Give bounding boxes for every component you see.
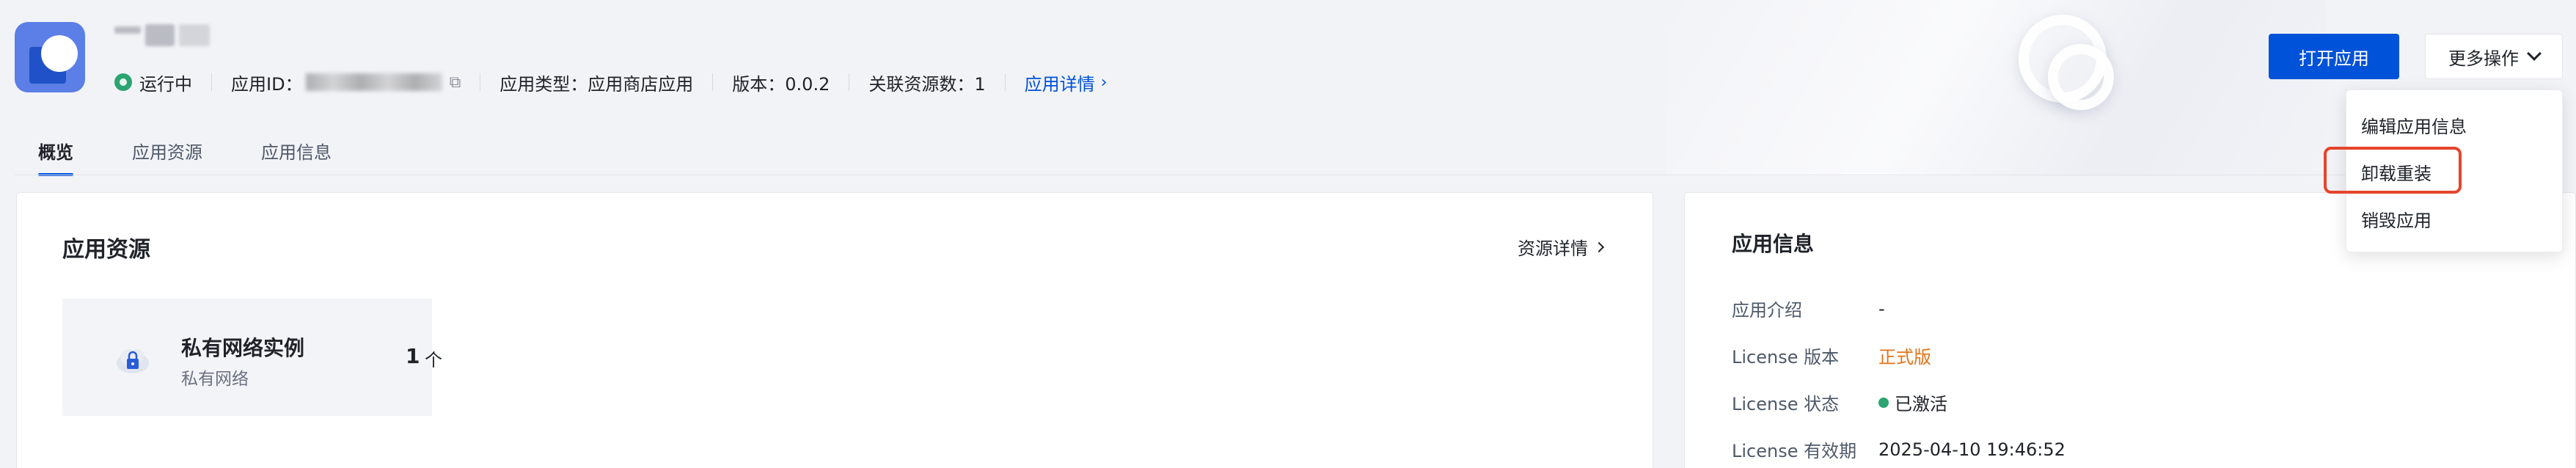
status-indicator: 运行中 (114, 70, 192, 95)
info-value: 2025-04-10 19:46:52 (1878, 439, 2065, 460)
app-id-label: 应用ID： (231, 73, 303, 95)
resource-count: 1 (406, 344, 420, 368)
license-status-text: 已激活 (1895, 394, 1947, 414)
status-text: 运行中 (139, 73, 192, 95)
app-detail-link-label: 应用详情 (1024, 73, 1095, 95)
app-info-card-title: 应用信息 (1732, 232, 1815, 256)
vpc-resource-tile[interactable]: 私有网络实例 私有网络 1 个 (62, 299, 442, 416)
info-row-license-version: License 版本 正式版 (1732, 343, 1931, 368)
info-row-description: 应用介绍 - (1732, 296, 1885, 321)
resources-card: 应用资源 资源详情 私有网络实例 私有网络 1 个 (16, 192, 1653, 468)
info-row-license-expiry: License 有效期 2025-04-10 19:46:52 (1732, 436, 2065, 462)
app-header: 运行中 应用ID： ⧉ 应用类型：应用商店应用 版本：0.0.2 关联资源数：1… (0, 0, 2576, 176)
linked-resources-count: 关联资源数：1 (868, 73, 986, 95)
tab-app-info[interactable]: 应用信息 (261, 138, 332, 176)
resource-detail-label: 资源详情 (1518, 238, 1588, 259)
menu-item-edit-app-info[interactable]: 编辑应用信息 (2361, 112, 2467, 138)
app-name-redacted (114, 21, 210, 50)
info-row-license-status: License 状态 已激活 (1732, 390, 1947, 415)
app-detail-link[interactable]: 应用详情 › (1025, 70, 1108, 95)
info-label: 应用介绍 (1732, 300, 1802, 321)
info-label: License 状态 (1732, 394, 1840, 414)
chevron-right-icon (1593, 241, 1605, 252)
info-value-status: 已激活 (1878, 390, 1947, 415)
active-status-icon (1878, 397, 1889, 408)
info-label: License 版本 (1732, 347, 1840, 368)
chevron-right-icon: › (1100, 73, 1108, 92)
tab-overview[interactable]: 概览 (38, 138, 73, 176)
resources-card-title: 应用资源 (62, 237, 150, 263)
running-status-icon (114, 73, 132, 91)
app-id-redacted (305, 73, 442, 91)
copy-icon[interactable]: ⧉ (450, 73, 461, 92)
tab-app-resources[interactable]: 应用资源 (132, 138, 202, 176)
more-actions-label: 更多操作 (2448, 48, 2519, 69)
tab-bar: 概览 应用资源 应用信息 (38, 138, 390, 176)
resource-count-unit: 个 (425, 350, 442, 370)
resource-name: 私有网络实例 (181, 336, 305, 360)
info-value: - (1878, 298, 1885, 319)
annotation-highlight-box (2324, 147, 2462, 194)
menu-item-destroy-app[interactable]: 销毁应用 (2361, 206, 2432, 232)
app-type: 应用类型：应用商店应用 (500, 73, 694, 95)
app-id: 应用ID： ⧉ (231, 70, 461, 95)
chevron-down-icon (2527, 46, 2542, 61)
vpc-cloud-icon (117, 349, 149, 373)
open-app-button[interactable]: 打开应用 (2269, 34, 2399, 79)
info-label: License 有效期 (1732, 441, 1857, 461)
app-meta-row: 运行中 应用ID： ⧉ 应用类型：应用商店应用 版本：0.0.2 关联资源数：1… (114, 67, 1107, 97)
info-value: 正式版 (1878, 347, 1931, 368)
resource-subtitle: 私有网络 (181, 370, 249, 389)
resource-detail-link[interactable]: 资源详情 (1518, 234, 1605, 260)
app-logo (15, 22, 85, 92)
more-actions-button[interactable]: 更多操作 (2425, 34, 2563, 79)
app-version: 版本：0.0.2 (732, 73, 830, 95)
